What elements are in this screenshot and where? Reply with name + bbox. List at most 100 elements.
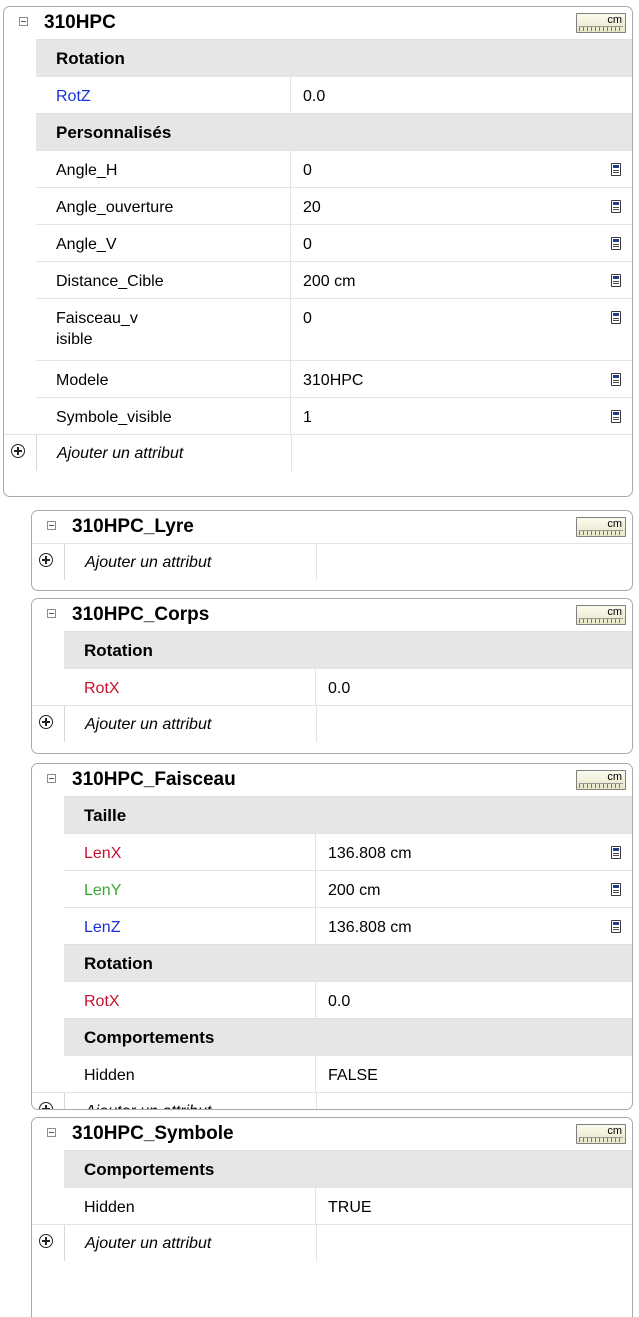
panel-header: 310HPC_Lyre cm [32,511,632,543]
panel-title: 310HPC_Symbole [72,1123,234,1144]
unit-toggle-button[interactable]: cm [576,770,626,790]
ruler-icon [579,26,623,31]
property-value[interactable]: 200 cm [303,271,355,292]
panel-header: 310HPC_Corps cm [32,599,632,631]
property-label: Angle_ouverture [56,199,174,216]
calculator-icon[interactable] [611,410,621,423]
collapse-icon[interactable] [47,521,56,530]
property-value[interactable]: 310HPC [303,370,363,391]
property-label: RotX [84,993,120,1010]
ruler-icon [579,783,623,788]
property-value[interactable]: 0 [303,234,312,255]
property-label: Symbole_visible [56,409,172,426]
property-value[interactable]: 0.0 [328,991,350,1012]
property-row-lenz[interactable]: LenZ 136.808 cm [64,907,632,944]
section-comportements: Comportements [64,1018,632,1055]
property-label: Hidden [84,1067,135,1084]
column-divider [315,908,316,944]
column-divider [315,1188,316,1224]
property-row-angle-ouverture[interactable]: Angle_ouverture 20 [36,187,632,224]
add-attribute-label: Ajouter un attribut [57,445,184,462]
add-attribute-label: Ajouter un attribut [85,554,212,571]
unit-toggle-button[interactable]: cm [576,13,626,33]
unit-toggle-button[interactable]: cm [576,517,626,537]
calculator-icon[interactable] [611,163,621,176]
calculator-icon[interactable] [611,200,621,213]
add-attribute-label: Ajouter un attribut [85,1101,211,1109]
add-attribute-cell[interactable]: Ajouter un attribut [64,544,632,580]
property-value[interactable]: 200 cm [328,880,380,901]
column-divider [290,77,291,113]
property-row-distance-cible[interactable]: Distance_Cible 200 cm [36,261,632,298]
property-row-rotx[interactable]: RotX 0.0 [64,668,632,705]
collapse-icon[interactable] [47,1128,56,1137]
column-divider [315,834,316,870]
column-divider [290,225,291,261]
object-panel-310hpc-corps: 310HPC_Corps cm Rotation RotX 0.0 Ajoute… [31,598,633,754]
add-circle-icon[interactable] [39,1102,53,1109]
property-row-modele[interactable]: Modele 310HPC [36,360,632,397]
column-divider [291,435,292,471]
property-label: Faisceau_v isible [56,310,138,348]
property-value[interactable]: 0 [303,160,312,181]
calculator-icon[interactable] [611,883,621,896]
calculator-icon[interactable] [611,846,621,859]
collapse-icon[interactable] [19,17,28,26]
ruler-icon [579,618,623,623]
add-attribute-row[interactable]: Ajouter un attribut [32,1224,632,1261]
add-attribute-cell[interactable]: Ajouter un attribut [64,1225,632,1261]
panel-header: 310HPC cm [4,7,632,39]
property-label: LenZ [84,919,121,936]
column-divider [290,262,291,298]
add-attribute-row[interactable]: Ajouter un attribut [32,543,632,580]
property-label: Hidden [84,1199,135,1216]
column-divider [290,299,291,360]
property-row-rotz[interactable]: RotZ 0.0 [36,76,632,113]
column-divider [315,669,316,705]
property-value[interactable]: 20 [303,197,321,218]
unit-toggle-button[interactable]: cm [576,1124,626,1144]
property-value[interactable]: TRUE [328,1197,372,1218]
property-row-faisceau-visible[interactable]: Faisceau_v isible 0 [36,298,632,360]
add-circle-icon[interactable] [39,553,53,567]
calculator-icon[interactable] [611,311,621,324]
add-attribute-row[interactable]: Ajouter un attribut [4,434,632,471]
calculator-icon[interactable] [611,274,621,287]
column-divider [290,398,291,434]
property-value[interactable]: 136.808 cm [328,917,412,938]
collapse-icon[interactable] [47,609,56,618]
calculator-icon[interactable] [611,237,621,250]
property-row-leny[interactable]: LenY 200 cm [64,870,632,907]
property-row-angle-h[interactable]: Angle_H 0 [36,150,632,187]
object-panel-310hpc-symbole: 310HPC_Symbole cm Comportements Hidden T… [31,1117,633,1317]
collapse-icon[interactable] [47,774,56,783]
add-attribute-row[interactable]: Ajouter un attribut [32,705,632,742]
add-circle-icon[interactable] [39,1234,53,1248]
property-row-rotx[interactable]: RotX 0.0 [64,981,632,1018]
property-label: LenX [84,845,122,862]
property-row-symbole-visible[interactable]: Symbole_visible 1 [36,397,632,434]
property-row-hidden[interactable]: Hidden TRUE [64,1187,632,1224]
property-value[interactable]: FALSE [328,1065,378,1086]
column-divider [290,151,291,187]
property-value[interactable]: 0.0 [328,678,350,699]
add-attribute-cell[interactable]: Ajouter un attribut [36,435,632,471]
add-attribute-cell[interactable]: Ajouter un attribut [64,706,632,742]
object-panel-310hpc-faisceau: 310HPC_Faisceau cm Taille LenX 136.808 c… [31,763,633,1110]
calculator-icon[interactable] [611,920,621,933]
object-panel-310hpc-lyre: 310HPC_Lyre cm Ajouter un attribut [31,510,633,591]
add-circle-icon[interactable] [11,444,25,458]
property-value[interactable]: 0 [303,308,312,329]
property-row-lenx[interactable]: LenX 136.808 cm [64,833,632,870]
property-value[interactable]: 1 [303,407,312,428]
property-value[interactable]: 136.808 cm [328,843,412,864]
add-circle-icon[interactable] [39,715,53,729]
unit-toggle-button[interactable]: cm [576,605,626,625]
property-row-angle-v[interactable]: Angle_V 0 [36,224,632,261]
property-value[interactable]: 0.0 [303,86,325,107]
calculator-icon[interactable] [611,373,621,386]
add-attribute-row[interactable]: Ajouter un attribut [32,1092,632,1109]
property-row-hidden[interactable]: Hidden FALSE [64,1055,632,1092]
add-attribute-cell[interactable]: Ajouter un attribut [64,1093,632,1109]
column-divider [316,544,317,580]
